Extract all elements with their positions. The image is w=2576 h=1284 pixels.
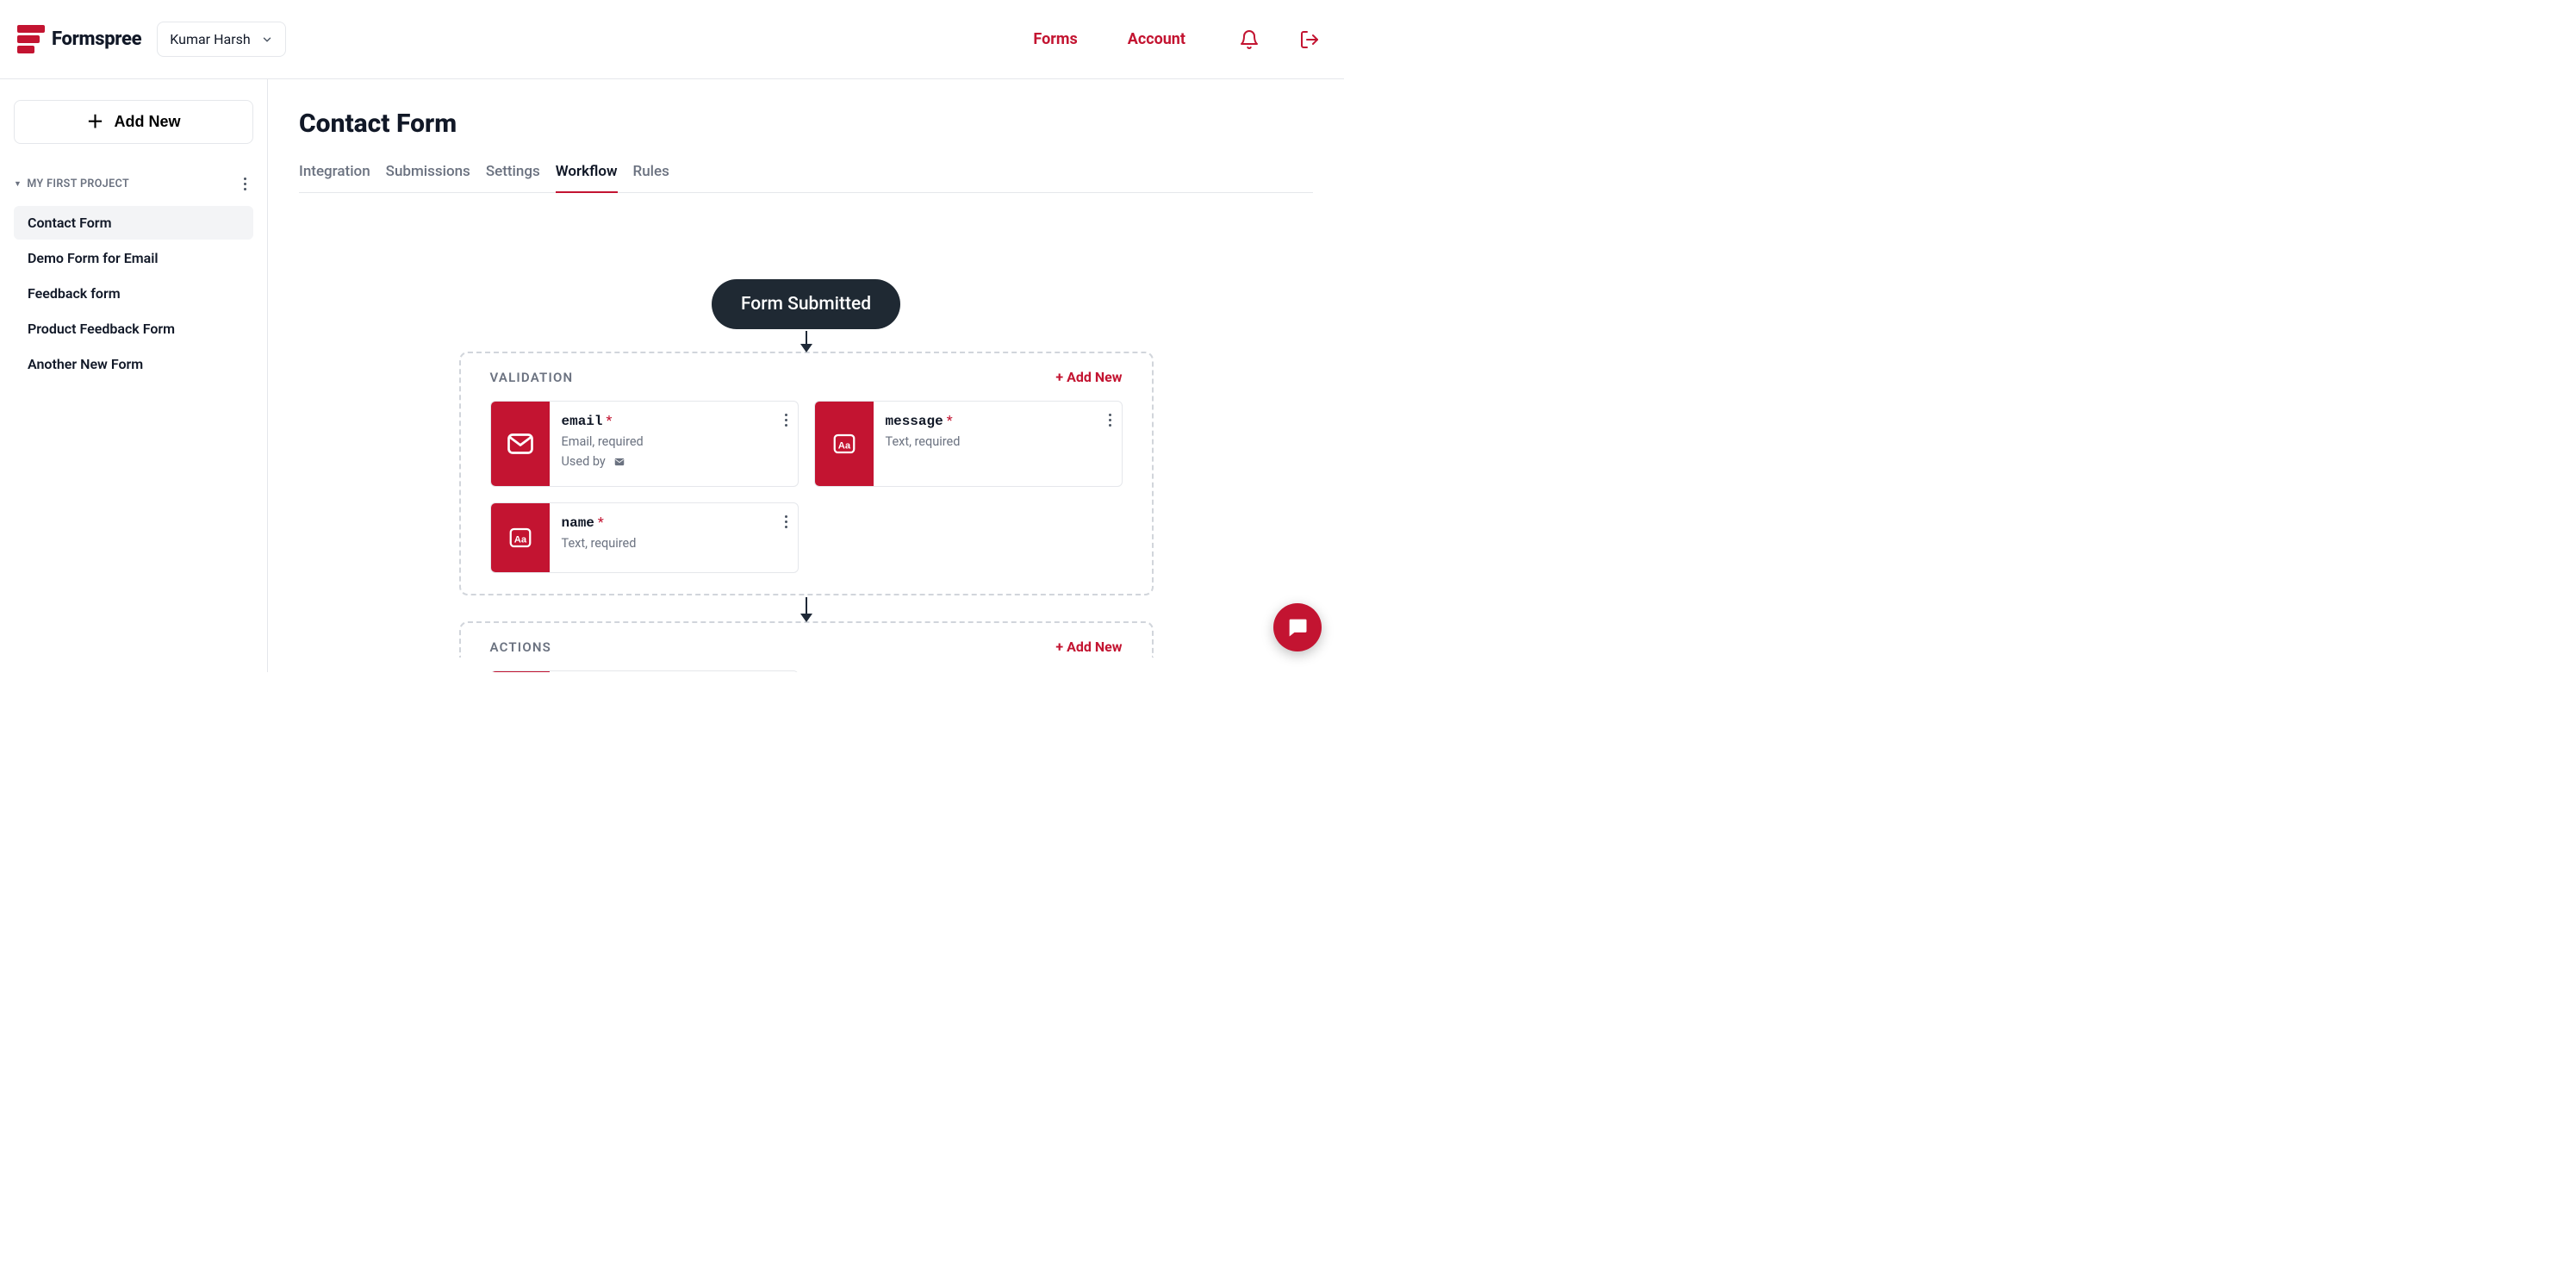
tab-settings[interactable]: Settings	[486, 158, 540, 192]
sidebar-item-demo-form[interactable]: Demo Form for Email	[14, 241, 253, 275]
sidebar-item-label: Another New Form	[28, 356, 143, 372]
required-asterisk-icon: *	[598, 514, 604, 530]
notifications-button[interactable]	[1235, 26, 1263, 53]
sidebar-item-label: Demo Form for Email	[28, 250, 159, 266]
tab-label: Workflow	[556, 163, 618, 180]
logout-icon	[1299, 29, 1320, 50]
project-menu-button[interactable]	[238, 175, 252, 192]
svg-text:Aa: Aa	[513, 535, 526, 545]
workflow-start-pill: Form Submitted	[712, 279, 900, 329]
card-title: name	[562, 515, 594, 531]
page-title: Contact Form	[299, 109, 1313, 139]
brand-name: Formspree	[52, 28, 141, 50]
tab-submissions[interactable]: Submissions	[386, 158, 470, 192]
card-menu-button[interactable]	[785, 515, 787, 528]
sidebar-item-label: Product Feedback Form	[28, 321, 175, 337]
actions-title: ACTIONS	[490, 639, 552, 655]
mail-icon	[491, 671, 550, 672]
validation-card-name[interactable]: Aa name * Text, required	[490, 502, 799, 573]
sidebar-item-product-feedback[interactable]: Product Feedback Form	[14, 312, 253, 346]
main-content: Contact Form Integration Submissions Set…	[268, 79, 1344, 672]
card-subtitle: Email, required	[562, 434, 786, 449]
tab-label: Rules	[633, 163, 669, 180]
sidebar-item-label: Contact Form	[28, 215, 111, 231]
logo-mark-icon	[17, 24, 45, 55]
forms-list: Contact Form Demo Form for Email Feedbac…	[14, 206, 253, 381]
chevron-down-icon	[261, 34, 273, 46]
tab-label: Settings	[486, 163, 540, 180]
card-menu-button[interactable]	[785, 414, 787, 427]
arrow-down-icon	[806, 597, 807, 616]
text-icon: Aa	[491, 503, 550, 572]
action-card-email[interactable]: Email	[490, 670, 799, 672]
sidebar-item-contact-form[interactable]: Contact Form	[14, 206, 253, 240]
chat-button[interactable]	[1273, 603, 1322, 651]
logout-button[interactable]	[1296, 26, 1323, 53]
tab-integration[interactable]: Integration	[299, 158, 370, 192]
sidebar-item-another-new-form[interactable]: Another New Form	[14, 347, 253, 381]
actions-add-new-button[interactable]: + Add New	[1055, 639, 1122, 655]
workflow-canvas: Form Submitted VALIDATION + Add New	[299, 193, 1313, 672]
validation-add-new-button[interactable]: + Add New	[1055, 369, 1122, 385]
validation-card-message[interactable]: Aa message * Text, required	[814, 401, 1123, 487]
sidebar: ＋ Add New ▼ MY FIRST PROJECT Contact For…	[0, 79, 268, 672]
nav-account[interactable]: Account	[1128, 30, 1185, 48]
svg-text:Aa: Aa	[837, 441, 850, 452]
card-menu-button[interactable]	[1109, 414, 1111, 427]
card-title: message	[886, 414, 943, 429]
account-selector-label: Kumar Harsh	[170, 31, 250, 47]
add-new-label: Add New	[114, 113, 180, 131]
required-asterisk-icon: *	[606, 412, 612, 428]
app-header: Formspree Kumar Harsh Forms Account	[0, 0, 1344, 79]
sidebar-item-label: Feedback form	[28, 285, 121, 302]
card-title: email	[562, 414, 603, 429]
project-name: MY FIRST PROJECT	[27, 178, 129, 190]
tab-rules[interactable]: Rules	[633, 158, 669, 192]
text-icon: Aa	[815, 402, 874, 486]
nav-forms[interactable]: Forms	[1033, 30, 1077, 48]
mail-icon	[491, 402, 550, 486]
chat-icon	[1285, 615, 1310, 639]
tabs: Integration Submissions Settings Workflo…	[299, 158, 1313, 193]
card-subtitle: Text, required	[886, 434, 1110, 449]
validation-panel: VALIDATION + Add New email *	[459, 352, 1154, 595]
caret-down-icon: ▼	[14, 179, 22, 189]
tab-label: Integration	[299, 163, 370, 180]
add-new-button[interactable]: ＋ Add New	[14, 100, 253, 144]
tab-label: Submissions	[386, 163, 470, 180]
brand-logo[interactable]: Formspree	[17, 24, 141, 55]
required-asterisk-icon: *	[947, 412, 953, 428]
arrow-down-icon	[806, 331, 807, 346]
plus-icon: ＋	[86, 114, 103, 131]
mail-small-icon	[613, 456, 626, 468]
card-used-by: Used by	[562, 454, 606, 469]
sidebar-item-feedback-form[interactable]: Feedback form	[14, 277, 253, 310]
tab-workflow[interactable]: Workflow	[556, 158, 618, 192]
card-subtitle: Text, required	[562, 536, 786, 551]
validation-title: VALIDATION	[490, 370, 574, 385]
project-header[interactable]: ▼ MY FIRST PROJECT	[14, 178, 129, 190]
account-selector[interactable]: Kumar Harsh	[157, 22, 285, 57]
actions-panel: ACTIONS + Add New Email	[459, 621, 1154, 658]
validation-card-email[interactable]: email * Email, required Used by	[490, 401, 799, 487]
bell-icon	[1239, 29, 1260, 50]
